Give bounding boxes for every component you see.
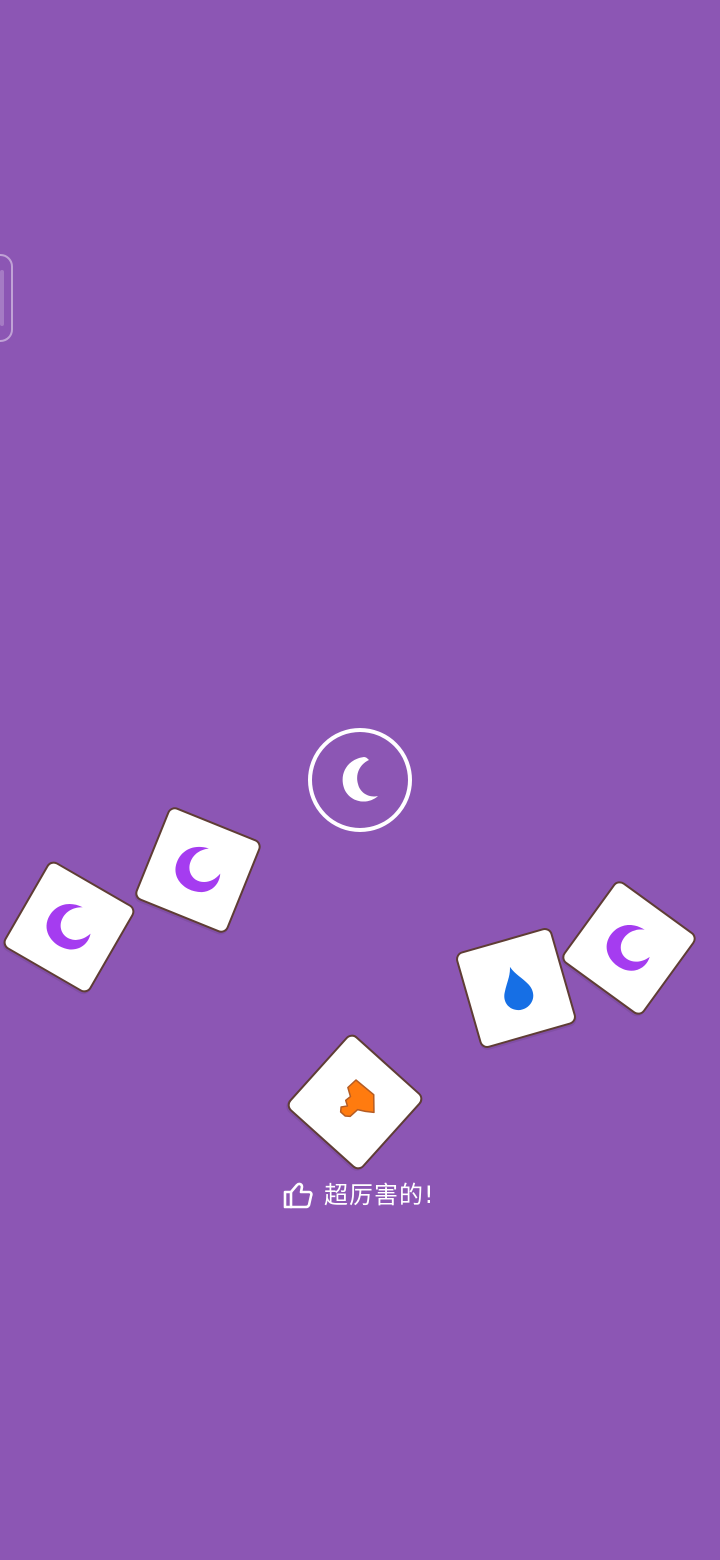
moon-tile[interactable] [132, 804, 264, 936]
moon-icon [342, 757, 378, 802]
side-handle[interactable] [0, 254, 13, 342]
drop-tile[interactable] [454, 926, 578, 1050]
moon-tile[interactable] [0, 858, 138, 996]
praise-message: 超厉害的! [280, 1177, 470, 1213]
moon-icon [46, 904, 91, 950]
game-board: 超厉害的! [0, 0, 720, 1560]
thumbs-up-icon [283, 1182, 313, 1209]
moon-tile[interactable] [559, 878, 699, 1018]
drop-icon [504, 966, 534, 1011]
moon-icon [606, 925, 650, 971]
target-symbol-circle [308, 728, 412, 832]
shard-tile[interactable] [284, 1031, 426, 1173]
praise-text: 超厉害的! [324, 1181, 435, 1209]
shard-icon [339, 1079, 375, 1118]
moon-icon [175, 846, 221, 893]
